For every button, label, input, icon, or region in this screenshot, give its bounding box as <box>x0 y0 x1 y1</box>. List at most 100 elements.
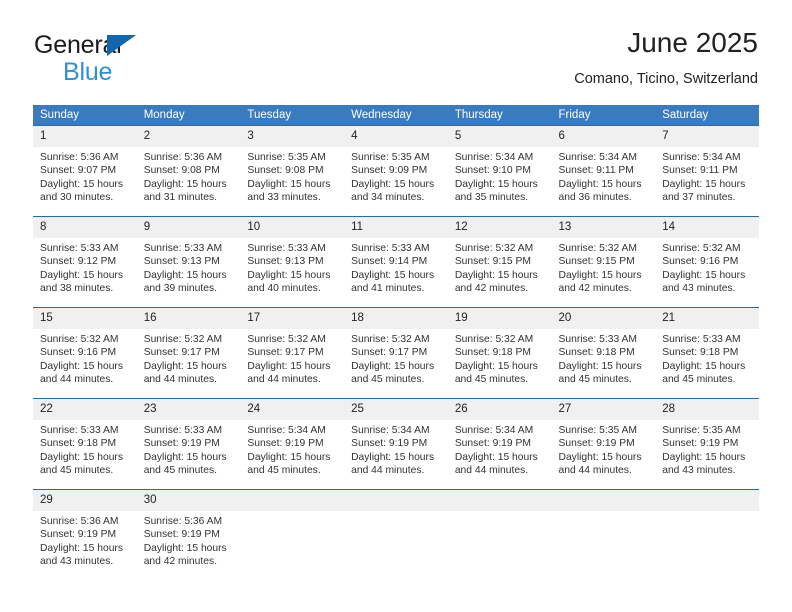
day-cell[interactable]: 25 Sunrise: 5:34 AM Sunset: 9:19 PM Dayligh… <box>344 398 448 490</box>
daylight-text-line2: and 44 minutes. <box>454 465 529 477</box>
day-info: Sunrise: 5:35 AM Sunset: 9:08 PM Daylight:… <box>240 147 344 205</box>
daycell-inner: 26 Sunrise: 5:34 AM Sunset: 9:19 PM Dayligh… <box>447 399 552 489</box>
day-cell[interactable]: 26 Sunrise: 5:34 AM Sunset: 9:19 PM Dayligh… <box>447 398 552 490</box>
daylight-text-line2: and 45 minutes. <box>454 374 529 386</box>
sunrise-text: Sunrise: 5:35 AM <box>662 425 741 436</box>
day-number: 1 <box>33 126 137 147</box>
day-cell[interactable]: 18 Sunrise: 5:32 AM Sunset: 9:17 PM Dayligh… <box>344 307 448 399</box>
day-cell[interactable]: 3 Sunrise: 5:35 AM Sunset: 9:08 PM Daylight… <box>240 125 345 217</box>
day-number: 12 <box>447 217 552 238</box>
day-cell[interactable]: 6 Sunrise: 5:34 AM Sunset: 9:11 PM Daylight… <box>551 125 656 217</box>
daylight-text-line2: and 45 minutes. <box>558 374 632 386</box>
sunset-text: Sunset: 9:11 PM <box>558 165 634 177</box>
daylight-text-line1: Daylight: 15 hours <box>143 542 227 554</box>
day-cell[interactable]: 10 Sunrise: 5:33 AM Sunset: 9:13 PM Dayligh… <box>240 216 345 308</box>
sunset-text: Sunset: 9:19 PM <box>454 438 531 450</box>
brand-name-top: General <box>34 32 264 58</box>
sunrise-text: Sunrise: 5:36 AM <box>40 152 119 163</box>
week-row: 8 Sunrise: 5:33 AM Sunset: 9:12 PM Daylight… <box>33 216 759 308</box>
day-cell[interactable]: 7 Sunrise: 5:34 AM Sunset: 9:11 PM Daylight… <box>655 125 759 217</box>
weekday-header-tuesday: Tuesday <box>240 105 345 126</box>
day-number <box>655 490 759 511</box>
daycell-inner: 4 Sunrise: 5:35 AM Sunset: 9:09 PM Daylight… <box>344 126 448 216</box>
daylight-text-line2: and 30 minutes. <box>40 192 114 204</box>
day-number: 23 <box>136 399 241 420</box>
day-cell[interactable]: 21 Sunrise: 5:33 AM Sunset: 9:18 PM Dayligh… <box>655 307 759 399</box>
day-info: Sunrise: 5:34 AM Sunset: 9:10 PM Daylight:… <box>448 147 552 205</box>
day-cell[interactable]: 9 Sunrise: 5:33 AM Sunset: 9:13 PM Daylight… <box>136 216 241 308</box>
daylight-text-line2: and 36 minutes. <box>558 192 632 204</box>
day-cell[interactable]: 12 Sunrise: 5:32 AM Sunset: 9:15 PM Dayligh… <box>447 216 552 308</box>
day-cell[interactable]: 29 Sunrise: 5:36 AM Sunset: 9:19 PM Dayligh… <box>33 489 137 580</box>
day-number: 28 <box>655 399 759 420</box>
day-number: 26 <box>447 399 552 420</box>
daylight-text-line2: and 42 minutes. <box>454 283 529 295</box>
day-cell[interactable]: 2 Sunrise: 5:36 AM Sunset: 9:08 PM Daylight… <box>136 125 241 217</box>
day-number: 6 <box>551 126 656 147</box>
daycell-inner: 13 Sunrise: 5:32 AM Sunset: 9:15 PM Dayligh… <box>551 217 656 307</box>
sunrise-text: Sunrise: 5:34 AM <box>454 152 534 163</box>
day-cell[interactable]: 5 Sunrise: 5:34 AM Sunset: 9:10 PM Daylight… <box>447 125 552 217</box>
daylight-text-line1: Daylight: 15 hours <box>351 451 435 463</box>
day-cell[interactable]: 28 Sunrise: 5:35 AM Sunset: 9:19 PM Dayligh… <box>655 398 759 490</box>
day-number: 11 <box>344 217 448 238</box>
daylight-text-line1: Daylight: 15 hours <box>143 178 227 190</box>
daycell-inner <box>240 490 345 580</box>
sunrise-text: Sunrise: 5:34 AM <box>247 425 326 436</box>
day-cell[interactable]: 27 Sunrise: 5:35 AM Sunset: 9:19 PM Dayligh… <box>551 398 656 490</box>
sunset-text: Sunset: 9:19 PM <box>351 438 428 450</box>
daylight-text-line1: Daylight: 15 hours <box>454 451 538 463</box>
day-number: 7 <box>655 126 759 147</box>
daycell-inner: 21 Sunrise: 5:33 AM Sunset: 9:18 PM Dayligh… <box>655 308 759 398</box>
brand-logo[interactable]: General Blue <box>34 32 264 92</box>
day-cell[interactable]: 30 Sunrise: 5:36 AM Sunset: 9:19 PM Dayligh… <box>136 489 241 580</box>
sunrise-text: Sunrise: 5:32 AM <box>558 243 637 254</box>
sunset-text: Sunset: 9:17 PM <box>143 347 220 359</box>
day-number: 29 <box>33 490 137 511</box>
sunset-text: Sunset: 9:16 PM <box>40 347 117 359</box>
page-header: General Blue June 2025 Comano, Ticino, S… <box>34 26 758 96</box>
daycell-inner: 11 Sunrise: 5:33 AM Sunset: 9:14 PM Dayligh… <box>344 217 448 307</box>
day-cell[interactable]: 20 Sunrise: 5:33 AM Sunset: 9:18 PM Dayligh… <box>551 307 656 399</box>
sunset-text: Sunset: 9:08 PM <box>247 165 324 177</box>
day-number: 22 <box>33 399 137 420</box>
sunrise-text: Sunrise: 5:32 AM <box>351 334 430 345</box>
daylight-text-line2: and 37 minutes. <box>662 192 736 204</box>
daycell-inner: 19 Sunrise: 5:32 AM Sunset: 9:18 PM Dayligh… <box>447 308 552 398</box>
day-cell[interactable]: 1 Sunrise: 5:36 AM Sunset: 9:07 PM Daylight… <box>33 125 137 217</box>
day-number: 17 <box>240 308 345 329</box>
daylight-text-line1: Daylight: 15 hours <box>351 269 435 281</box>
day-cell[interactable]: 24 Sunrise: 5:34 AM Sunset: 9:19 PM Dayligh… <box>240 398 345 490</box>
day-cell[interactable]: 19 Sunrise: 5:32 AM Sunset: 9:18 PM Dayligh… <box>447 307 552 399</box>
day-info: Sunrise: 5:32 AM Sunset: 9:15 PM Daylight:… <box>552 238 656 296</box>
daycell-inner <box>655 490 759 580</box>
day-number: 30 <box>136 490 241 511</box>
day-cell[interactable]: 23 Sunrise: 5:33 AM Sunset: 9:19 PM Dayligh… <box>136 398 241 490</box>
day-cell[interactable]: 22 Sunrise: 5:33 AM Sunset: 9:18 PM Dayligh… <box>33 398 137 490</box>
title-block: June 2025 Comano, Ticino, Switzerland <box>574 26 758 90</box>
day-info: Sunrise: 5:36 AM Sunset: 9:19 PM Daylight:… <box>33 511 137 569</box>
day-cell[interactable]: 14 Sunrise: 5:32 AM Sunset: 9:16 PM Dayligh… <box>655 216 759 308</box>
daylight-text-line1: Daylight: 15 hours <box>40 269 123 281</box>
daylight-text-line2: and 44 minutes. <box>143 374 217 386</box>
sunset-text: Sunset: 9:19 PM <box>558 438 635 450</box>
daylight-text-line1: Daylight: 15 hours <box>247 178 331 190</box>
sunset-text: Sunset: 9:13 PM <box>247 256 324 268</box>
daycell-inner: 15 Sunrise: 5:32 AM Sunset: 9:16 PM Dayligh… <box>33 308 137 398</box>
day-cell[interactable]: 13 Sunrise: 5:32 AM Sunset: 9:15 PM Dayligh… <box>551 216 656 308</box>
day-cell[interactable]: 17 Sunrise: 5:32 AM Sunset: 9:17 PM Dayligh… <box>240 307 345 399</box>
day-cell[interactable]: 16 Sunrise: 5:32 AM Sunset: 9:17 PM Dayligh… <box>136 307 241 399</box>
day-info: Sunrise: 5:33 AM Sunset: 9:18 PM Daylight:… <box>33 420 137 478</box>
sunset-text: Sunset: 9:14 PM <box>351 256 428 268</box>
daylight-text-line2: and 43 minutes. <box>40 556 114 568</box>
day-number: 10 <box>240 217 345 238</box>
day-cell-empty <box>447 489 552 580</box>
day-cell[interactable]: 4 Sunrise: 5:35 AM Sunset: 9:09 PM Daylight… <box>344 125 448 217</box>
day-cell[interactable]: 11 Sunrise: 5:33 AM Sunset: 9:14 PM Dayligh… <box>344 216 448 308</box>
sunset-text: Sunset: 9:12 PM <box>40 256 117 268</box>
sunrise-text: Sunrise: 5:34 AM <box>454 425 534 436</box>
day-cell[interactable]: 8 Sunrise: 5:33 AM Sunset: 9:12 PM Daylight… <box>33 216 137 308</box>
daylight-text-line1: Daylight: 15 hours <box>454 178 538 190</box>
day-info: Sunrise: 5:32 AM Sunset: 9:16 PM Daylight:… <box>33 329 137 387</box>
day-cell[interactable]: 15 Sunrise: 5:32 AM Sunset: 9:16 PM Dayligh… <box>33 307 137 399</box>
